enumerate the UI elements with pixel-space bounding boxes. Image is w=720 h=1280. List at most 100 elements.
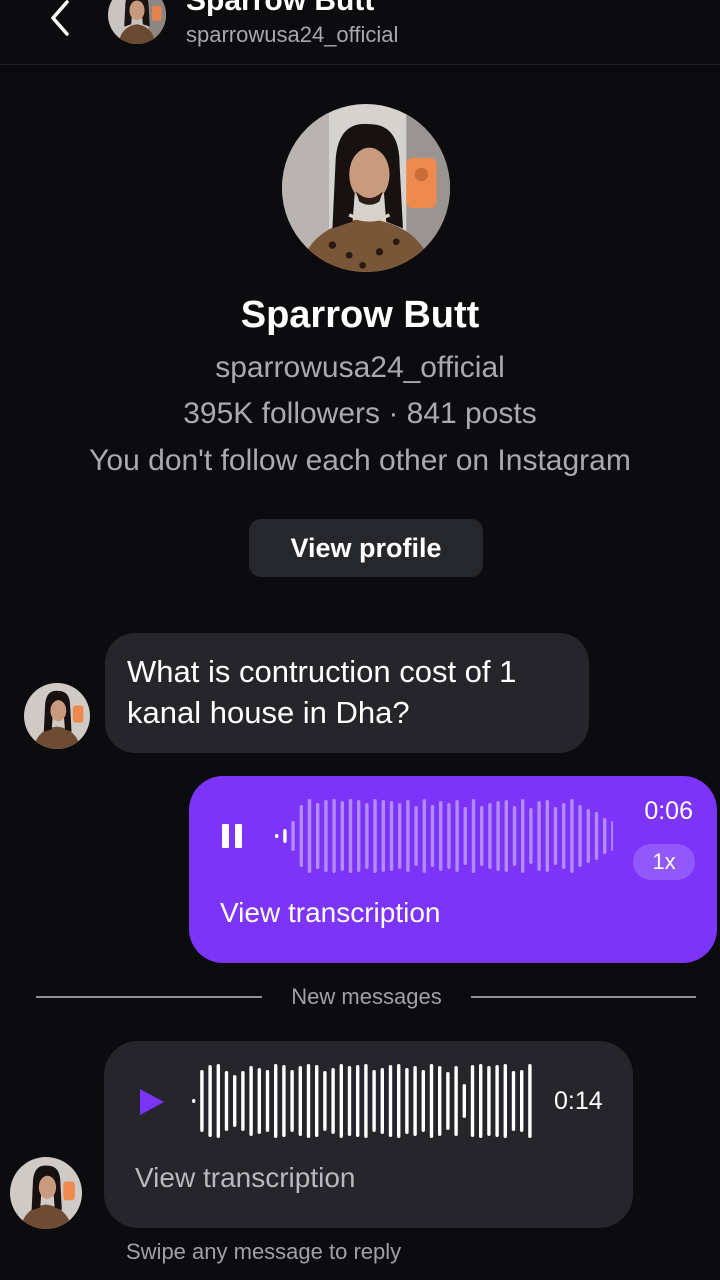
dm-thread-screen: Sparrow Butt sparrowusa24_official Sparr… [0, 0, 720, 1280]
divider-line [471, 996, 696, 998]
waveform-bar [529, 808, 533, 864]
waveform-bar [511, 1071, 516, 1131]
waveform-bar [291, 821, 295, 851]
view-transcription-link[interactable]: View transcription [135, 1161, 355, 1195]
waveform-bar [455, 800, 459, 872]
waveform-bar [364, 1064, 368, 1138]
outgoing-voice-message[interactable]: 0:06 1x View transcription [189, 776, 717, 963]
waveform-bar [347, 1066, 352, 1136]
avatar-photo [10, 1157, 82, 1229]
voice-duration: 0:14 [554, 1087, 603, 1115]
waveform-bar [323, 1071, 327, 1131]
waveform-bar [233, 1075, 237, 1127]
incoming-voice-message[interactable]: 0:14 View transcription [104, 1041, 633, 1228]
back-button[interactable] [40, 0, 80, 42]
waveform-bar [504, 800, 508, 872]
waveform-bar [241, 1071, 245, 1131]
waveform-bar [397, 1064, 401, 1138]
waveform-bar [224, 1071, 229, 1131]
swipe-reply-hint: Swipe any message to reply [126, 1239, 402, 1264]
waveform-bar [192, 1099, 196, 1103]
waveform-bar [200, 1070, 204, 1132]
waveform-bar [274, 1064, 278, 1138]
waveform-bar [381, 800, 385, 872]
waveform-bar [331, 1068, 335, 1134]
playback-speed-button[interactable]: 1x [633, 844, 695, 880]
voice-duration: 0:06 [644, 797, 693, 825]
waveform-bar [316, 803, 320, 869]
waveform-bar [413, 1066, 417, 1136]
play-icon[interactable] [138, 1087, 166, 1117]
waveform-bar [340, 801, 344, 871]
view-transcription-link[interactable]: View transcription [220, 896, 440, 930]
waveform-bar [365, 803, 369, 869]
waveform-bar [545, 800, 549, 872]
thread-header: Sparrow Butt sparrowusa24_official [0, 0, 720, 65]
sender-avatar[interactable] [10, 1157, 82, 1229]
waveform-bar [348, 799, 353, 873]
header-name: Sparrow Butt [186, 0, 375, 17]
profile-avatar[interactable] [282, 104, 450, 272]
waveform-bar [324, 800, 328, 872]
waveform-bar [570, 799, 574, 873]
waveform-bar [405, 1068, 409, 1134]
header-avatar[interactable] [108, 0, 166, 44]
waveform-bar [388, 1065, 393, 1137]
waveform-bar [421, 1070, 425, 1132]
waveform-bar [463, 807, 467, 865]
voice-waveform[interactable] [190, 1061, 535, 1141]
avatar-photo [24, 683, 90, 749]
divider-label: New messages [291, 984, 442, 1009]
waveform-bar [389, 801, 394, 871]
waveform-bar [275, 834, 279, 838]
waveform-bar [446, 1072, 450, 1130]
waveform-bar [562, 803, 566, 869]
waveform-bar [611, 821, 613, 851]
waveform-bar [528, 1064, 532, 1138]
waveform-bar [480, 806, 484, 866]
waveform-bar [537, 801, 541, 871]
waveform-bar [471, 799, 476, 873]
profile-username: sparrowusa24_official [215, 351, 505, 384]
profile-name: Sparrow Butt [240, 294, 480, 336]
waveform-bar [586, 809, 590, 863]
waveform-bar [208, 1065, 212, 1137]
waveform-bar [438, 1066, 442, 1136]
waveform-bar [430, 805, 435, 867]
voice-waveform[interactable] [273, 796, 613, 876]
waveform-bar [315, 1065, 319, 1137]
waveform-bar [373, 799, 377, 873]
message-text: What is contruction cost of 1 kanal hous… [127, 654, 517, 730]
waveform-bar [257, 1068, 261, 1134]
waveform-bar [594, 812, 599, 860]
waveform-bar [406, 800, 410, 872]
waveform-bar [520, 1070, 524, 1132]
incoming-text-message[interactable]: What is contruction cost of 1 kanal hous… [105, 633, 589, 753]
avatar-photo [108, 0, 166, 44]
waveform-bar [487, 1066, 491, 1136]
waveform-bar [216, 1064, 220, 1138]
waveform-bar [496, 801, 500, 871]
waveform-bar [578, 805, 582, 867]
avatar-photo [282, 104, 450, 272]
pause-icon[interactable] [221, 821, 245, 851]
waveform-bar [290, 1070, 294, 1132]
waveform-bar [356, 1065, 360, 1137]
waveform-bar [439, 801, 443, 871]
waveform-bar [357, 800, 361, 872]
view-profile-button[interactable]: View profile [249, 519, 483, 577]
waveform-bar [332, 799, 336, 873]
profile-stats: 395K followers · 841 posts [183, 397, 537, 430]
waveform-bar [479, 1064, 483, 1138]
waveform-bar [495, 1065, 499, 1137]
waveform-bar [488, 803, 492, 869]
waveform-bar [503, 1064, 507, 1138]
sender-avatar[interactable] [24, 683, 90, 749]
waveform-bar [307, 799, 312, 873]
waveform-bar [422, 799, 426, 873]
waveform-bar [265, 1070, 270, 1132]
waveform-bar [414, 806, 418, 866]
follow-relationship-text: You don't follow each other on Instagram [89, 444, 631, 477]
waveform-bar [454, 1066, 458, 1136]
waveform-bar [283, 829, 287, 843]
